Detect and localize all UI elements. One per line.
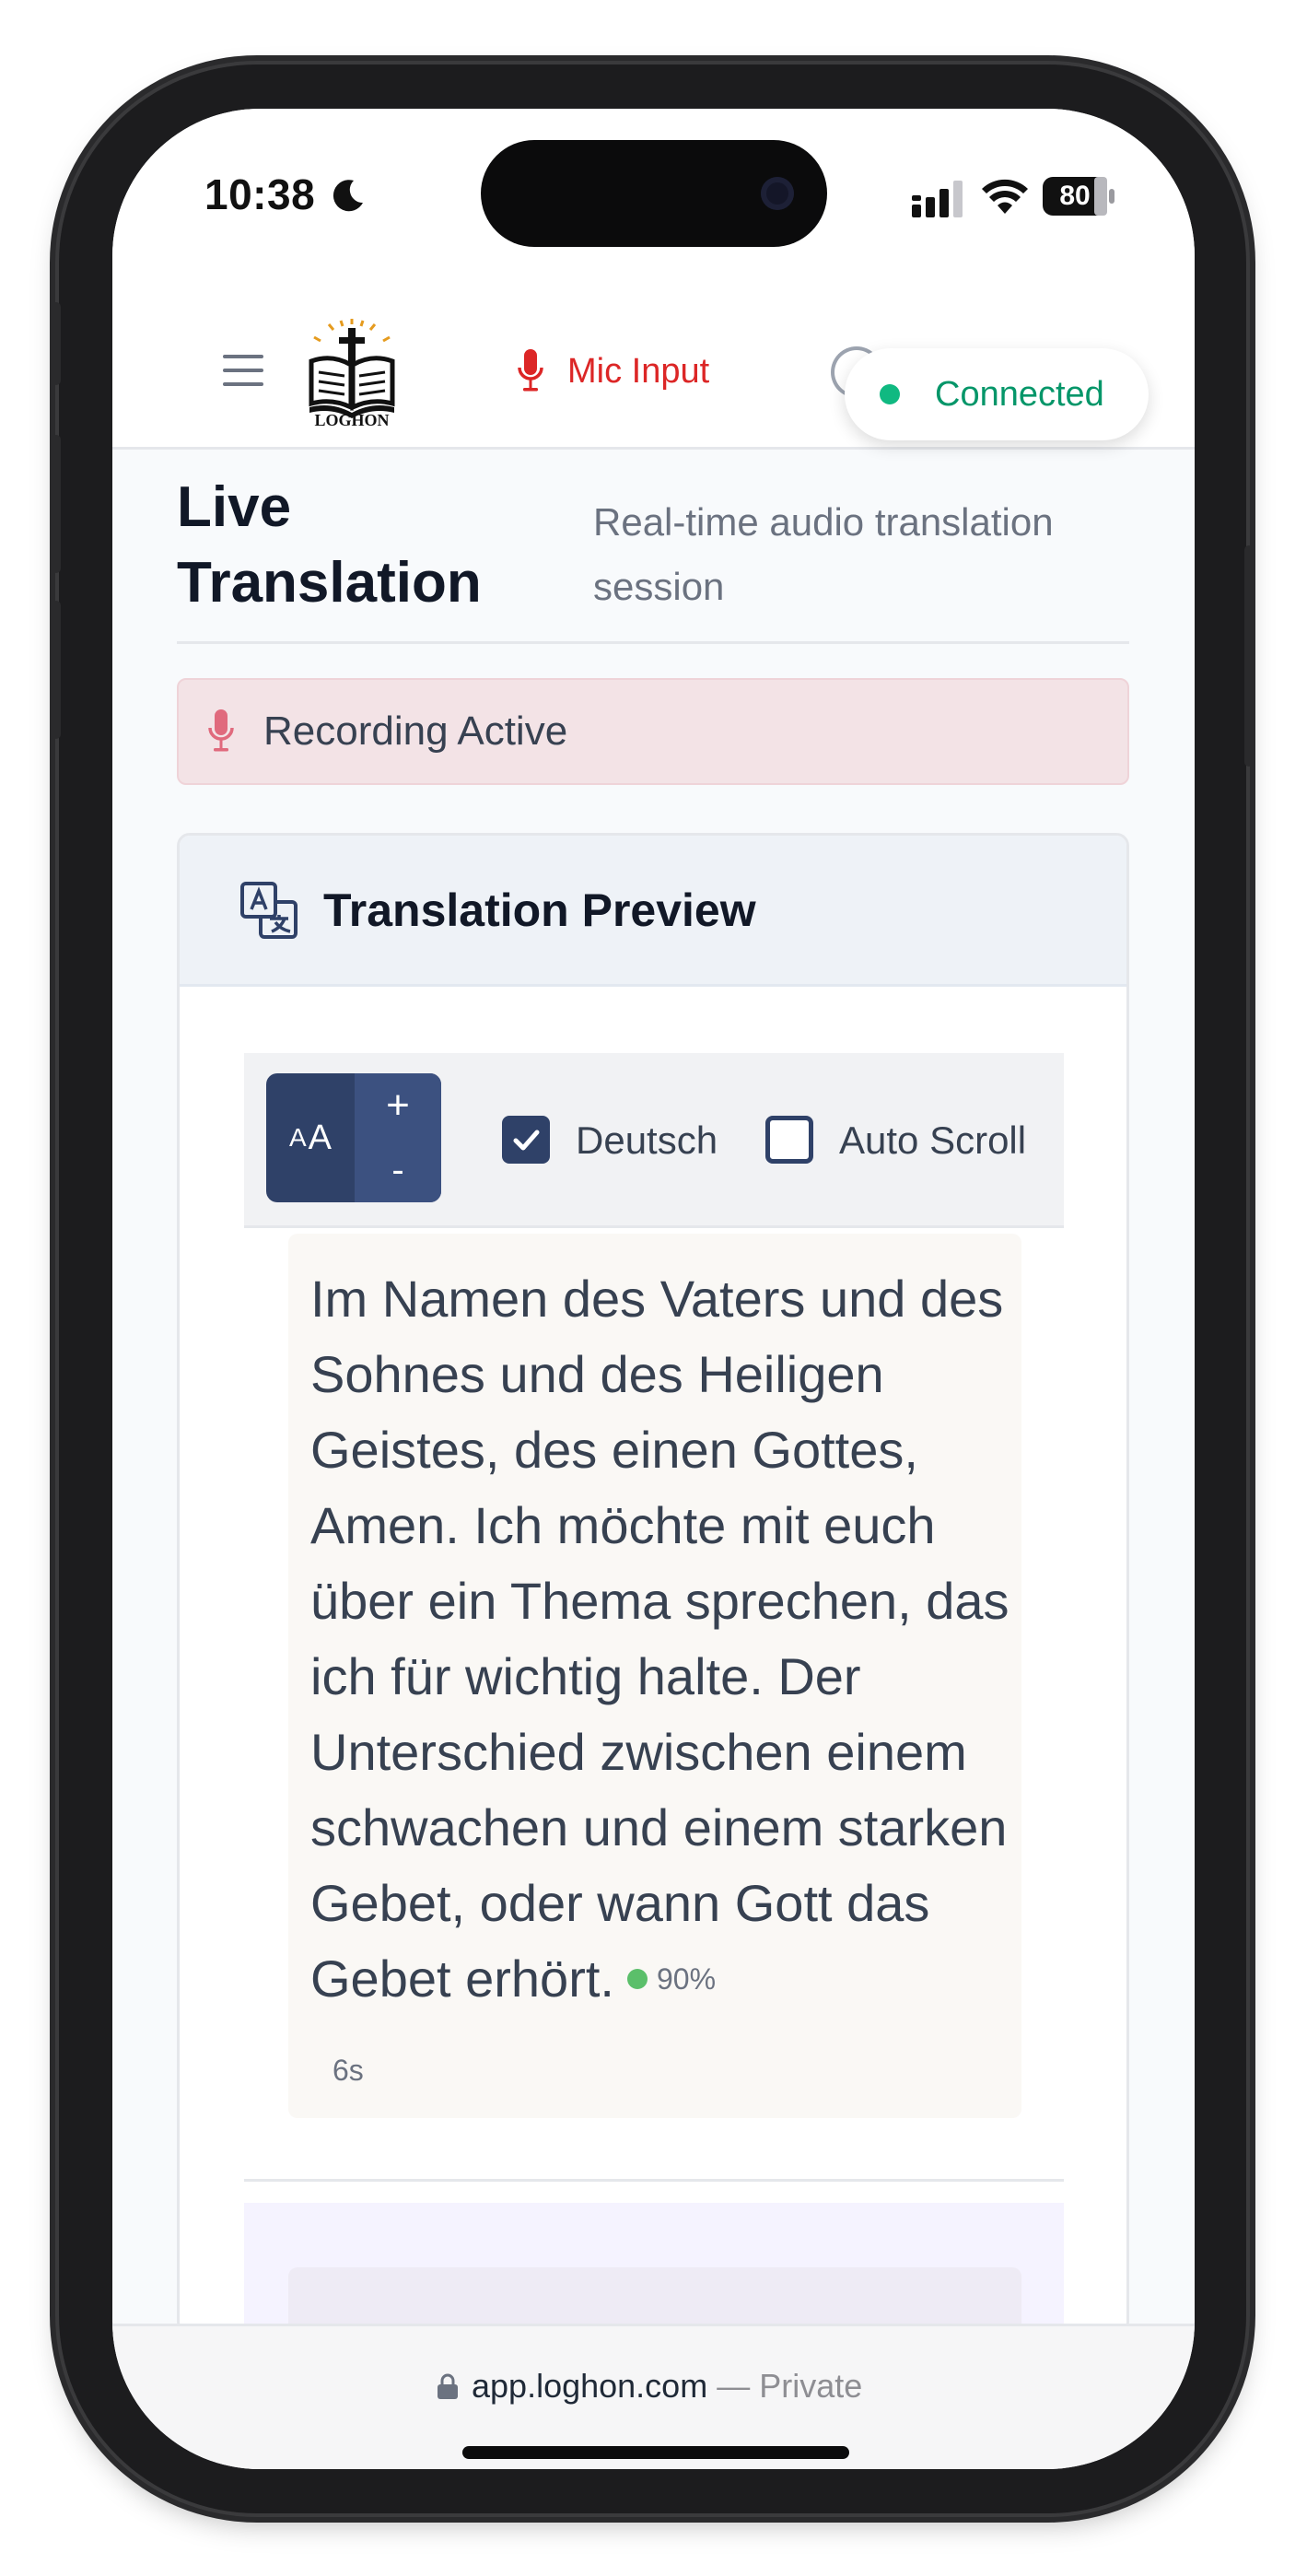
url-domain: app.loghon.com	[472, 2367, 708, 2405]
moon-icon	[333, 180, 363, 212]
auto-scroll-checkbox[interactable]	[765, 1116, 813, 1164]
mic-input-button[interactable]: Mic Input	[518, 339, 709, 404]
status-bar: 10:38 80	[112, 109, 1195, 302]
connection-status-label: Connected	[935, 374, 1104, 414]
confidence-dot-icon	[626, 1969, 648, 1990]
browser-url-bar[interactable]: app.loghon.com — Private	[112, 2324, 1195, 2469]
status-dot-icon	[880, 384, 900, 404]
volume-down-button	[52, 601, 61, 739]
auto-scroll-checkbox-label[interactable]: Auto Scroll	[839, 1118, 1026, 1164]
segment-timestamp: 6s	[333, 2054, 364, 2087]
font-size-label-small: A	[288, 1123, 307, 1152]
power-button	[1244, 545, 1254, 767]
logo-text: LOGHON	[314, 411, 390, 429]
card-header: Translation Preview	[180, 836, 1126, 987]
next-translation-segment	[244, 2203, 1064, 2332]
screen: 10:38 80 LOGHON Mic Input Connected Live…	[112, 109, 1195, 2469]
volume-up-button	[52, 435, 61, 573]
font-increase-button[interactable]: +	[355, 1073, 441, 1138]
wifi-icon	[982, 179, 1028, 214]
font-size-label-large: A	[308, 1118, 333, 1157]
status-time: 10:38	[204, 170, 316, 218]
microphone-icon	[518, 349, 543, 392]
font-decrease-button[interactable]: -	[355, 1138, 441, 1202]
confidence-value: 90%	[656, 1962, 717, 1996]
card-title: Translation Preview	[323, 884, 756, 936]
mic-input-label: Mic Input	[567, 351, 710, 391]
camera-icon	[761, 177, 794, 210]
translation-preview-card: Translation Preview AA + - Deutsch Auto …	[177, 833, 1129, 2335]
divider	[244, 2179, 1064, 2182]
action-button	[52, 302, 61, 385]
translate-icon	[240, 881, 298, 939]
browsing-mode: — Private	[717, 2367, 863, 2405]
url-text[interactable]: app.loghon.com — Private	[472, 2367, 862, 2406]
deutsch-checkbox-label[interactable]: Deutsch	[576, 1118, 718, 1164]
font-size-steppers: + -	[355, 1073, 441, 1202]
checkmark-icon	[513, 1130, 540, 1151]
app-header: LOGHON Mic Input Connected	[112, 302, 1195, 450]
signal-icon	[912, 181, 963, 217]
battery-level: 80	[1059, 181, 1091, 211]
lock-icon	[438, 2373, 458, 2399]
preview-toolbar: AA + - Deutsch Auto Scroll	[244, 1053, 1064, 1228]
font-size-control: AA + -	[266, 1073, 441, 1202]
recording-status-label: Recording Active	[263, 708, 568, 754]
menu-icon[interactable]	[223, 354, 263, 387]
translation-segment-text: Im Namen des Vaters und des Sohnes und d…	[310, 1261, 1010, 2020]
page-subtitle: Real-time audio translation session	[593, 500, 1054, 608]
segment-text: Im Namen des Vaters und des Sohnes und d…	[310, 1270, 1009, 2008]
font-size-label: AA	[266, 1073, 355, 1202]
dynamic-island	[481, 140, 827, 247]
divider	[177, 641, 1129, 644]
connection-status-badge: Connected	[845, 348, 1149, 440]
page-title: Live Translation	[177, 475, 482, 615]
microphone-icon	[208, 709, 234, 752]
recording-status-banner: Recording Active	[177, 678, 1129, 785]
home-indicator[interactable]	[462, 2446, 849, 2459]
translation-segment: Im Namen des Vaters und des Sohnes und d…	[288, 1234, 1021, 2118]
deutsch-checkbox[interactable]	[502, 1116, 550, 1164]
